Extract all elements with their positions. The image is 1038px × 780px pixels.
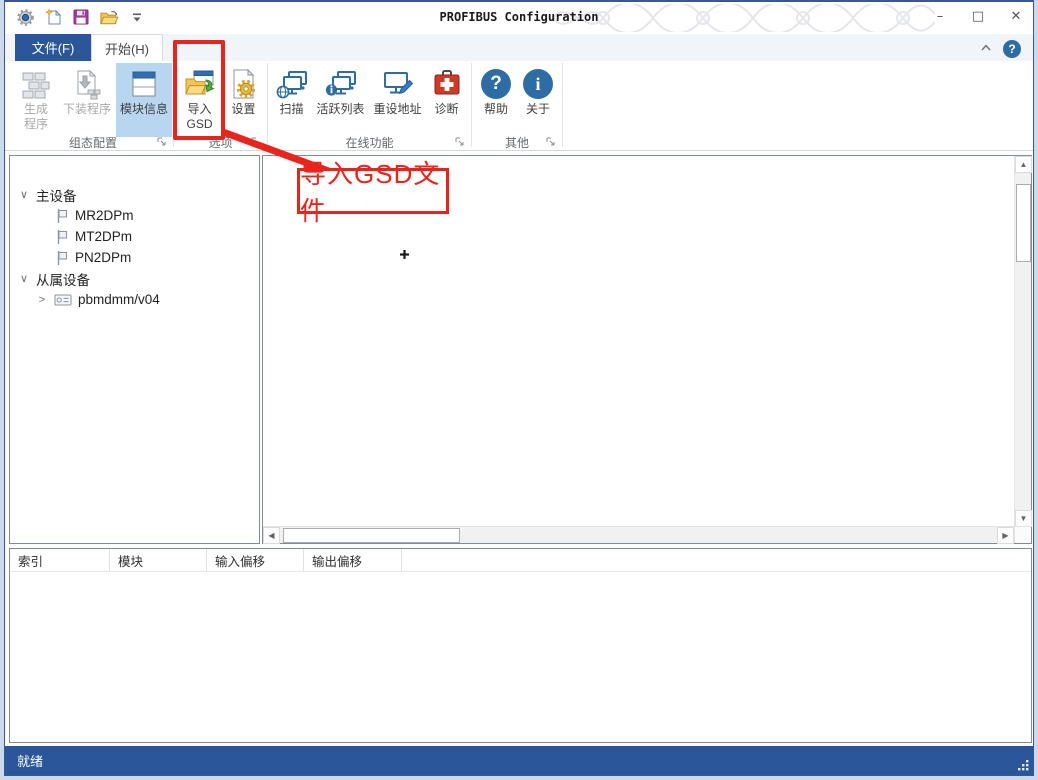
tree-node-mr2dpm[interactable]: MR2DPm (10, 205, 259, 226)
module-table-panel: 索引 模块 输入偏移 输出偏移 (9, 548, 1032, 743)
help-label: 帮助 (484, 102, 508, 117)
collapse-ribbon-icon[interactable] (979, 41, 993, 58)
tree-label: pbmdmm/v04 (78, 292, 160, 307)
scan-label: 扫描 (279, 102, 303, 117)
flag-icon (55, 208, 69, 224)
reset-address-button[interactable]: 重设地址 (370, 63, 426, 137)
tab-start[interactable]: 开始(H) (91, 34, 163, 61)
about-label: 关于 (526, 102, 550, 117)
diagnose-firstaid-icon (431, 66, 463, 102)
module-info-label: 模块信息 (120, 102, 168, 117)
help-circle-icon: ? (481, 66, 511, 102)
settings-label: 设置 (231, 102, 255, 117)
vertical-scroll-thumb[interactable] (1016, 184, 1031, 262)
settings-button[interactable]: 设置 (223, 63, 265, 137)
horizontal-scroll-thumb[interactable] (283, 528, 460, 543)
tree-node-pn2dpm[interactable]: PN2DPm (10, 247, 259, 268)
import-gsd-button[interactable]: 导入 GSD (177, 63, 223, 137)
tree-node-slaves[interactable]: ∨ 从属设备 (10, 268, 259, 289)
column-header-spacer (402, 549, 1031, 571)
horizontal-scrollbar[interactable]: ◀ ▶ (263, 526, 1014, 543)
scan-button[interactable]: 扫描 (272, 63, 312, 137)
scroll-down-icon[interactable]: ▼ (1015, 510, 1032, 527)
tree-label: MT2DPm (75, 229, 132, 244)
tree-node-mt2dpm[interactable]: MT2DPm (10, 226, 259, 247)
ribbon-group-options: 导入 GSD 设置 (174, 61, 267, 150)
about-button[interactable]: i 关于 (517, 63, 559, 137)
group-caption-online: 在线功能 (268, 134, 471, 148)
column-header-input-offset[interactable]: 输入偏移 (207, 549, 304, 571)
about-circle-icon: i (523, 66, 553, 102)
maximize-button[interactable]: □ (967, 6, 989, 26)
app-window: PROFIBUS Configuration – □ ✕ 文件(F) 开始(H)… (0, 0, 1038, 780)
column-header-module[interactable]: 模块 (110, 549, 207, 571)
settings-gear-icon (228, 66, 260, 102)
close-button[interactable]: ✕ (1005, 6, 1027, 26)
chevron-down-icon[interactable]: ∨ (18, 188, 30, 201)
device-card-icon (54, 293, 72, 307)
dialog-launcher-icon[interactable] (157, 137, 167, 147)
tree-node-pbmdmm[interactable]: > pbmdmm/v04 (10, 289, 259, 310)
flag-icon (55, 229, 69, 245)
dialog-launcher-icon[interactable] (546, 137, 556, 147)
dialog-launcher-icon[interactable] (455, 137, 465, 147)
tree-label: PN2DPm (75, 250, 131, 265)
resize-grip[interactable] (1015, 757, 1030, 772)
column-header-output-offset[interactable]: 输出偏移 (304, 549, 402, 571)
ribbon-tab-row: 文件(F) 开始(H) ? (5, 34, 1033, 61)
group-caption-config: 组态配置 (13, 134, 173, 148)
ribbon-group-config: 生成 程序 (13, 61, 173, 150)
reset-address-label: 重设地址 (373, 102, 421, 117)
status-text: 就绪 (17, 751, 43, 770)
minimize-button[interactable]: – (929, 6, 951, 26)
dialog-launcher-icon[interactable] (251, 137, 261, 147)
window-title: PROFIBUS Configuration (5, 10, 1033, 24)
diagnose-label: 诊断 (434, 102, 458, 117)
vertical-scrollbar[interactable]: ▲ ▼ (1014, 156, 1031, 527)
active-list-icon (324, 66, 358, 102)
import-gsd-label: 导入 GSD (186, 102, 212, 132)
window-controls: – □ ✕ (929, 6, 1027, 26)
app-frame: PROFIBUS Configuration – □ ✕ 文件(F) 开始(H)… (4, 0, 1034, 776)
generate-program-label: 生成 程序 (24, 102, 48, 132)
import-gsd-icon (184, 66, 216, 102)
tree-label: 主设备 (36, 185, 77, 205)
diagnose-button[interactable]: 诊断 (426, 63, 468, 137)
scroll-left-icon[interactable]: ◀ (263, 527, 280, 544)
module-info-icon (128, 66, 160, 102)
ribbon-help-icon[interactable]: ? (1003, 40, 1021, 58)
download-program-label: 下装程序 (63, 102, 111, 117)
chevron-right-icon[interactable]: > (36, 294, 48, 306)
tree-label: MR2DPm (75, 208, 134, 223)
generate-program-button[interactable]: 生成 程序 (14, 63, 58, 137)
scroll-up-icon[interactable]: ▲ (1015, 156, 1032, 173)
module-info-button[interactable]: 模块信息 (116, 63, 172, 137)
active-list-button[interactable]: 活跃列表 (312, 63, 370, 137)
reset-address-icon (381, 66, 415, 102)
scroll-right-icon[interactable]: ▶ (997, 527, 1014, 544)
active-list-label: 活跃列表 (316, 102, 364, 117)
scan-network-icon (275, 66, 309, 102)
tree-node-masters[interactable]: ∨ 主设备 (10, 184, 259, 205)
help-button[interactable]: ? 帮助 (475, 63, 517, 137)
tab-file[interactable]: 文件(F) (15, 34, 91, 61)
annotation-callout: 导入GSD文件 (297, 168, 449, 214)
ribbon-group-online: 扫描 (268, 61, 471, 150)
ribbon: 生成 程序 (5, 61, 1033, 151)
table-header-row: 索引 模块 输入偏移 输出偏移 (10, 549, 1031, 572)
titlebar: PROFIBUS Configuration – □ ✕ (5, 2, 1033, 34)
download-program-icon (71, 66, 103, 102)
status-bar: 就绪 (5, 746, 1033, 775)
ribbon-group-other: ? 帮助 i 关于 其他 (472, 61, 562, 150)
flag-icon (55, 250, 69, 266)
tree-label: 从属设备 (36, 269, 90, 289)
cursor-crosshair-icon (400, 250, 409, 259)
scrollbar-corner (1014, 526, 1031, 543)
chevron-down-icon[interactable]: ∨ (18, 272, 30, 285)
download-program-button[interactable]: 下装程序 (58, 63, 116, 137)
column-header-index[interactable]: 索引 (10, 549, 110, 571)
device-tree-panel: ∨ 主设备 MR2DPm MT2 (9, 155, 260, 544)
bricks-icon (20, 66, 52, 102)
